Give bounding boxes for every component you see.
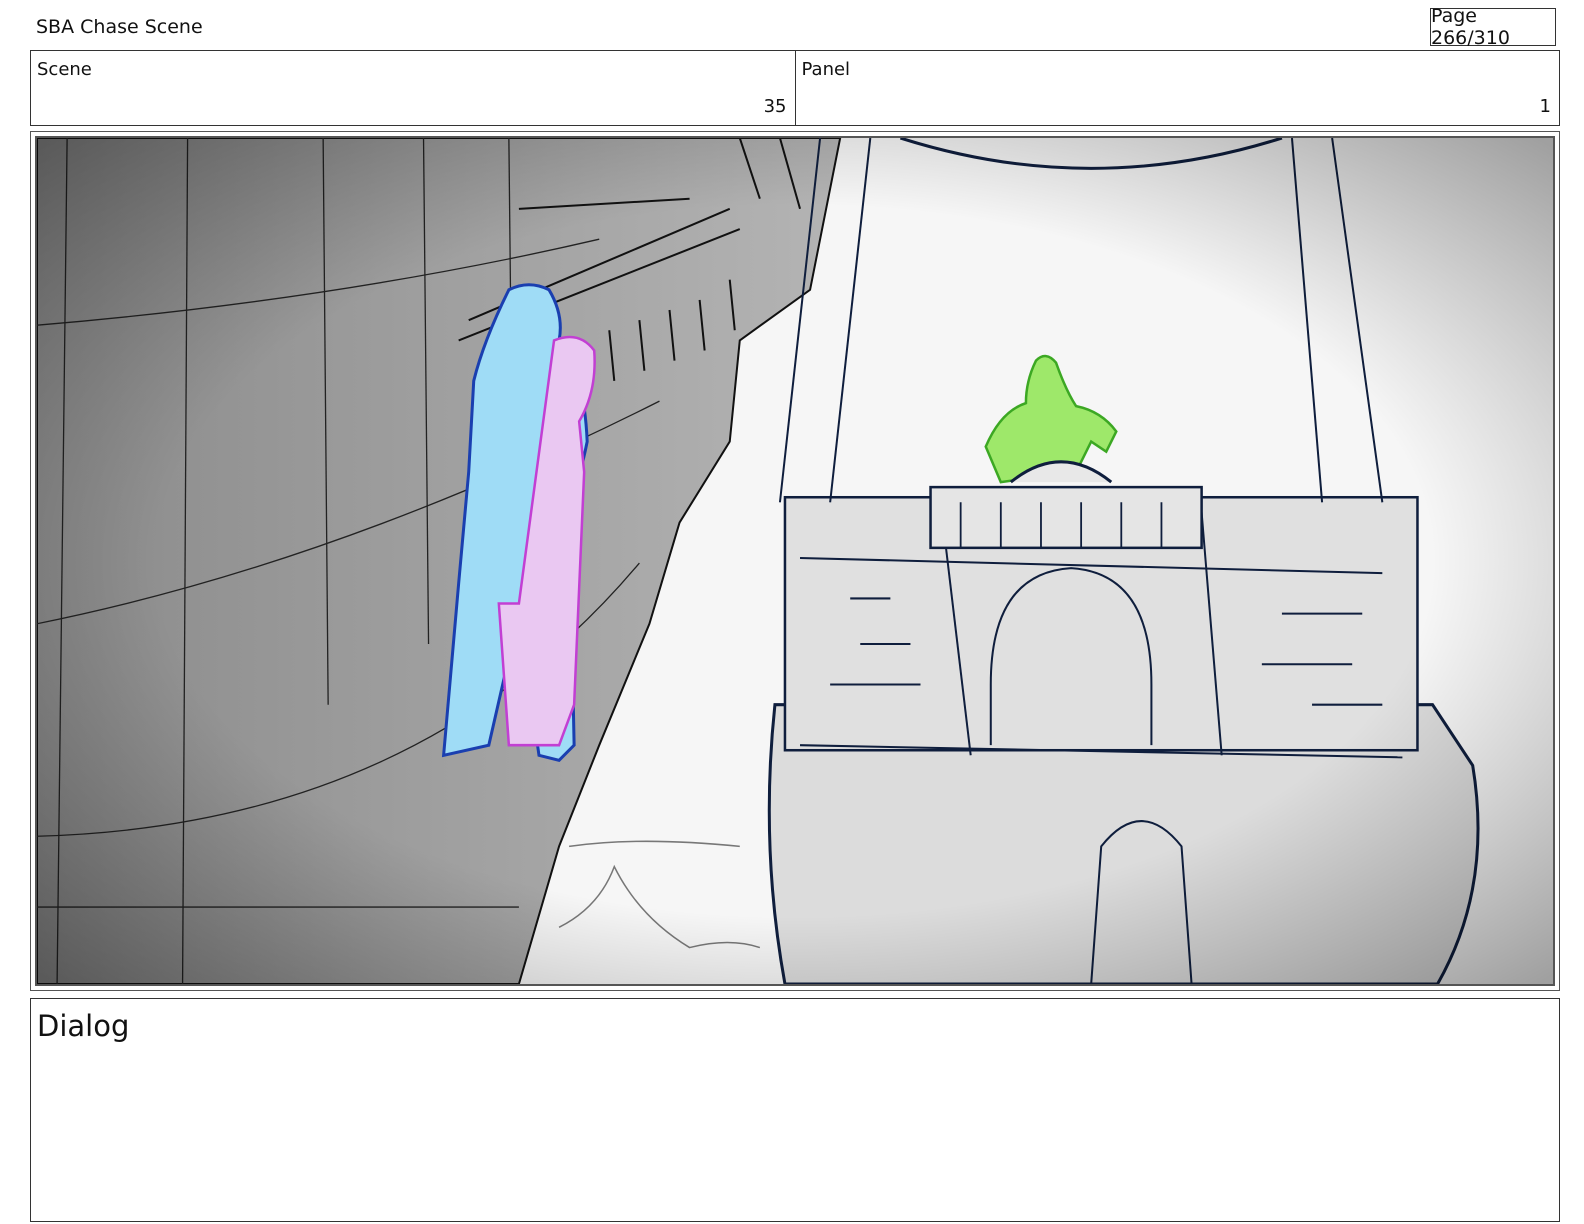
page-number: Page 266/310 bbox=[1431, 5, 1510, 49]
scene-cell: Scene 35 bbox=[31, 51, 795, 125]
scene-number: 35 bbox=[763, 96, 787, 117]
scene-panel-info: Scene 35 Panel 1 bbox=[30, 50, 1560, 126]
storyboard-image bbox=[35, 136, 1555, 986]
document-title: SBA Chase Scene bbox=[36, 16, 203, 38]
storyboard-frame bbox=[30, 131, 1560, 991]
page-indicator: Page 266/310 bbox=[1430, 5, 1556, 49]
panel-cell: Panel 1 bbox=[794, 51, 1560, 125]
dialog-box: Dialog bbox=[30, 998, 1560, 1222]
dialog-label: Dialog bbox=[37, 1009, 130, 1043]
sketch-drawing bbox=[37, 138, 1553, 984]
panel-number: 1 bbox=[1539, 96, 1551, 117]
scene-label: Scene bbox=[37, 59, 92, 80]
panel-label: Panel bbox=[801, 59, 851, 80]
